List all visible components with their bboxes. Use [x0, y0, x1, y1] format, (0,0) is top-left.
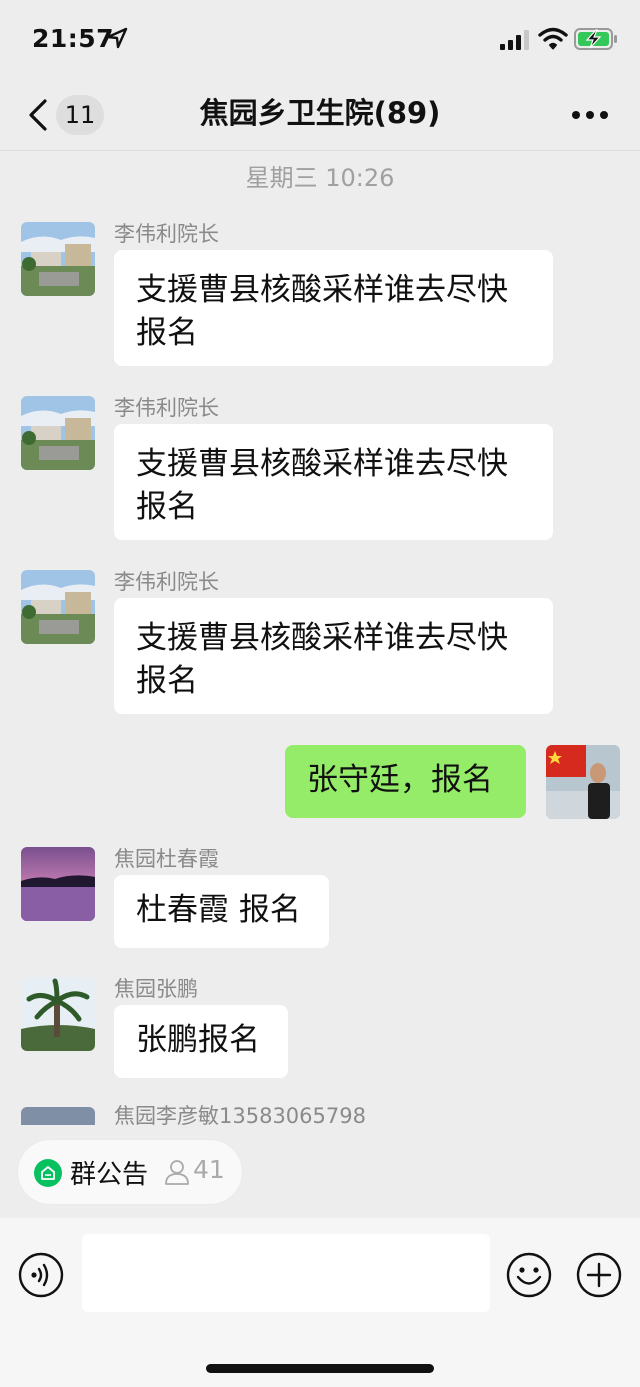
palm-tree-photo-icon	[21, 977, 95, 1051]
campus-photo-icon	[21, 570, 95, 644]
campus-photo-icon	[21, 222, 95, 296]
avatar-palm-tree[interactable]	[21, 977, 95, 1051]
message-bubble[interactable]: 支援曹县核酸采样谁去尽快报名	[114, 250, 553, 366]
outgoing-message-bubble[interactable]: 张守廷，报名	[285, 745, 526, 818]
avatar-partial[interactable]	[21, 1107, 95, 1125]
message-bubble[interactable]: 杜春霞 报名	[114, 875, 329, 948]
message-bubble[interactable]: 张鹏报名	[114, 1005, 288, 1078]
status-time: 21:57	[32, 24, 115, 53]
message-bubble[interactable]: 支援曹县核酸采样谁去尽快报名	[114, 424, 553, 540]
avatar-campus[interactable]	[21, 222, 95, 296]
sender-name: 李伟利院长	[114, 222, 219, 246]
wifi-icon	[538, 27, 568, 50]
message-input[interactable]	[82, 1234, 490, 1312]
sender-name: 李伟利院长	[114, 570, 219, 594]
home-indicator	[206, 1364, 434, 1373]
sender-name: 焦园李彦敏13583065798	[114, 1104, 366, 1125]
message-timestamp: 星期三 10:26	[245, 164, 395, 192]
back-chevron-icon[interactable]	[26, 97, 50, 133]
chat-header: 焦园乡卫生院(89) 11	[0, 80, 640, 151]
group-announcement-button[interactable]: 群公告 41	[18, 1140, 242, 1204]
announcement-icon	[34, 1159, 62, 1187]
location-arrow-icon	[106, 27, 128, 49]
avatar-self[interactable]	[546, 745, 620, 819]
members-icon	[165, 1160, 189, 1185]
sender-name: 焦园杜春霞	[114, 847, 219, 871]
sender-name: 焦园张鹏	[114, 977, 198, 1001]
status-bar: 21:57	[0, 0, 640, 80]
photo-icon	[21, 1107, 95, 1125]
person-with-flag-photo-icon	[546, 745, 620, 819]
partial-message-row: 焦园李彦敏13583065798	[0, 1100, 640, 1125]
avatar-campus[interactable]	[21, 570, 95, 644]
sender-name: 李伟利院长	[114, 396, 219, 420]
member-count: 41	[193, 1155, 225, 1184]
unread-count-badge[interactable]: 11	[56, 95, 104, 135]
input-bar	[0, 1218, 640, 1387]
cellular-signal-icon	[500, 30, 529, 50]
emoji-icon[interactable]	[506, 1252, 552, 1298]
more-options-icon[interactable]	[568, 104, 612, 126]
add-attachment-icon[interactable]	[576, 1252, 622, 1298]
announcement-label: 群公告	[70, 1160, 149, 1190]
battery-charging-icon	[574, 28, 617, 50]
lake-sunset-photo-icon	[21, 847, 95, 921]
avatar-lake-sunset[interactable]	[21, 847, 95, 921]
campus-photo-icon	[21, 396, 95, 470]
message-bubble[interactable]: 支援曹县核酸采样谁去尽快报名	[114, 598, 553, 714]
voice-input-icon[interactable]	[18, 1252, 64, 1298]
avatar-campus[interactable]	[21, 396, 95, 470]
